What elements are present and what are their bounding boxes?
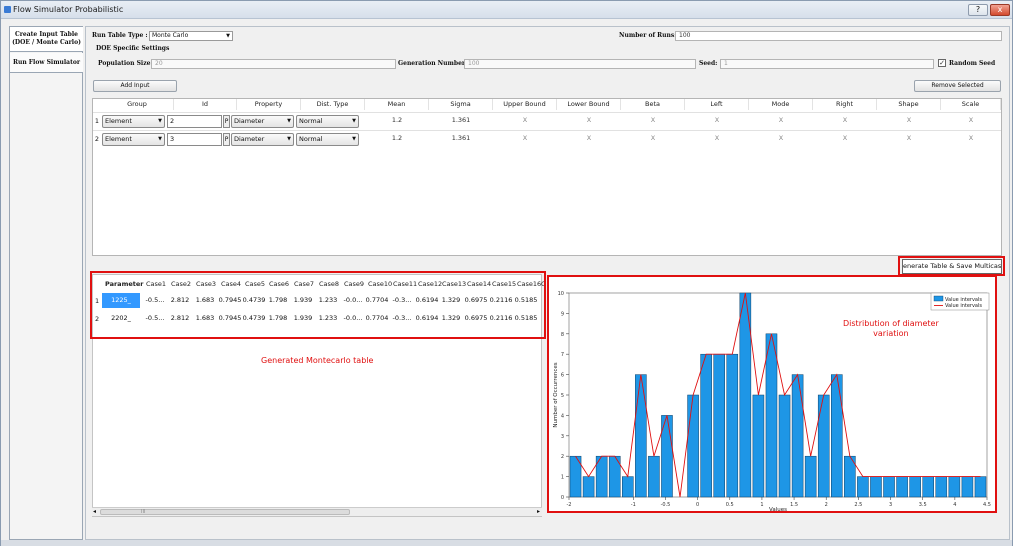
property-value: Diameter (234, 135, 265, 143)
add-input-button[interactable]: Add Input (93, 80, 177, 92)
column-header[interactable]: Beta (621, 99, 685, 110)
row-number: 2 (94, 135, 100, 143)
app-icon (4, 6, 11, 13)
column-header[interactable]: Mode (749, 99, 813, 110)
number-of-runs-input[interactable]: 100 (675, 31, 1002, 41)
right-cell[interactable]: X (813, 134, 877, 142)
doe-settings-label: DOE Specific Settings (96, 45, 170, 52)
title-bar: Flow Simulator Probabilistic ? x (1, 1, 1012, 19)
property-value: Diameter (234, 117, 265, 125)
column-header[interactable]: Property (237, 99, 301, 110)
scale-cell[interactable]: X (941, 116, 1001, 124)
population-size-label: Population Size: (98, 60, 153, 67)
scrollbar-grip: III (141, 509, 146, 515)
column-header[interactable]: Shape (877, 99, 941, 110)
chevron-down-icon: ▼ (158, 118, 162, 124)
column-header[interactable]: Mean (365, 99, 429, 110)
property-select[interactable]: Diameter ▼ (231, 133, 294, 146)
group-value: Element (105, 117, 132, 125)
generation-number-label: Generation Number: (398, 60, 468, 67)
montecarlo-annotation: Generated Montecarlo table (261, 356, 374, 365)
chevron-down-icon: ▼ (287, 118, 291, 124)
random-seed-label: Random Seed (949, 60, 996, 67)
dist-type-value: Normal (299, 117, 323, 125)
table-row[interactable]: 2 Element ▼ 3 P Diameter ▼ Normal ▼ 1.2 1.3… (93, 130, 1001, 147)
scroll-right-icon[interactable]: ▸ (537, 508, 540, 515)
column-header[interactable]: Sigma (429, 99, 493, 110)
chevron-down-icon: ▼ (352, 136, 356, 142)
help-button[interactable]: ? (968, 4, 988, 16)
column-header[interactable]: Scale (941, 99, 1001, 110)
mean-cell[interactable]: 1.2 (365, 116, 429, 124)
property-select[interactable]: Diameter ▼ (231, 115, 294, 128)
population-size-input[interactable]: 20 (151, 59, 396, 69)
highlight-chart (547, 275, 997, 513)
scale-cell[interactable]: X (941, 134, 1001, 142)
close-button[interactable]: x (990, 4, 1010, 16)
input-table: Group Id Property Dist. Type Mean Sigma … (92, 98, 1002, 256)
chevron-down-icon: ▼ (226, 33, 230, 39)
upper-bound-cell[interactable]: X (493, 134, 557, 142)
column-header[interactable]: Left (685, 99, 749, 110)
chevron-down-icon: ▼ (287, 136, 291, 142)
dist-type-select[interactable]: Normal ▼ (296, 133, 359, 146)
column-header[interactable]: Upper Bound (493, 99, 557, 110)
tab-create-input-table[interactable]: Create Input Table (DOE / Monte Carlo) (10, 27, 83, 52)
left-cell[interactable]: X (685, 116, 749, 124)
pick-button[interactable]: P (223, 133, 230, 146)
remove-selected-button[interactable]: Remove Selected (914, 80, 1001, 92)
sigma-cell[interactable]: 1.361 (429, 116, 493, 124)
column-header[interactable]: Right (813, 99, 877, 110)
upper-bound-cell[interactable]: X (493, 116, 557, 124)
status-bar (1, 540, 1012, 546)
lower-bound-cell[interactable]: X (557, 134, 621, 142)
id-input[interactable]: 2 (167, 115, 222, 128)
column-header[interactable]: Dist. Type (301, 99, 365, 110)
scrollbar-thumb[interactable]: III (100, 509, 350, 515)
tab-run-flow-simulator[interactable]: Run Flow Simulator (10, 53, 83, 73)
mode-cell[interactable]: X (749, 116, 813, 124)
shape-cell[interactable]: X (877, 134, 941, 142)
generate-table-button[interactable]: enerate Table & Save Multicase F (902, 259, 1002, 274)
seed-label: Seed: (699, 60, 718, 67)
number-of-runs-label: Number of Runs: (619, 32, 677, 39)
table-row[interactable]: 1 Element ▼ 2 P Diameter ▼ Normal ▼ 1.2 1.3… (93, 112, 1001, 129)
beta-cell[interactable]: X (621, 134, 685, 142)
lower-bound-cell[interactable]: X (557, 116, 621, 124)
group-value: Element (105, 135, 132, 143)
run-table-type-value: Monte Carlo (152, 32, 189, 39)
column-header[interactable]: Id (174, 99, 237, 110)
random-seed-checkbox[interactable]: ✓ (938, 59, 946, 67)
group-select[interactable]: Element ▼ (102, 115, 165, 128)
group-select[interactable]: Element ▼ (102, 133, 165, 146)
run-table-type-select[interactable]: Monte Carlo ▼ (149, 31, 233, 41)
mean-cell[interactable]: 1.2 (365, 134, 429, 142)
window-title: Flow Simulator Probabilistic (13, 5, 124, 14)
dist-type-value: Normal (299, 135, 323, 143)
right-cell[interactable]: X (813, 116, 877, 124)
app-window: Flow Simulator Probabilistic ? x Create … (0, 0, 1013, 546)
id-input[interactable]: 3 (167, 133, 222, 146)
left-cell[interactable]: X (685, 134, 749, 142)
dist-type-select[interactable]: Normal ▼ (296, 115, 359, 128)
row-number: 1 (94, 117, 100, 125)
horizontal-scrollbar[interactable]: ◂ III ▸ (92, 507, 542, 516)
mode-cell[interactable]: X (749, 134, 813, 142)
generation-number-input[interactable]: 100 (464, 59, 696, 69)
sigma-cell[interactable]: 1.361 (429, 134, 493, 142)
chevron-down-icon: ▼ (158, 136, 162, 142)
seed-input[interactable]: 1 (720, 59, 934, 69)
chevron-down-icon: ▼ (352, 118, 356, 124)
sidebar-tabs: Create Input Table (DOE / Monte Carlo) R… (9, 26, 83, 540)
chart-annotation: Distribution of diameter variation (843, 319, 939, 338)
pick-button[interactable]: P (223, 115, 230, 128)
column-header[interactable]: Group (101, 99, 174, 110)
run-table-type-label: Run Table Type : (92, 32, 148, 39)
beta-cell[interactable]: X (621, 116, 685, 124)
highlight-montecarlo-table (90, 271, 546, 339)
scroll-left-icon[interactable]: ◂ (93, 508, 96, 515)
shape-cell[interactable]: X (877, 116, 941, 124)
column-header[interactable]: Lower Bound (557, 99, 621, 110)
